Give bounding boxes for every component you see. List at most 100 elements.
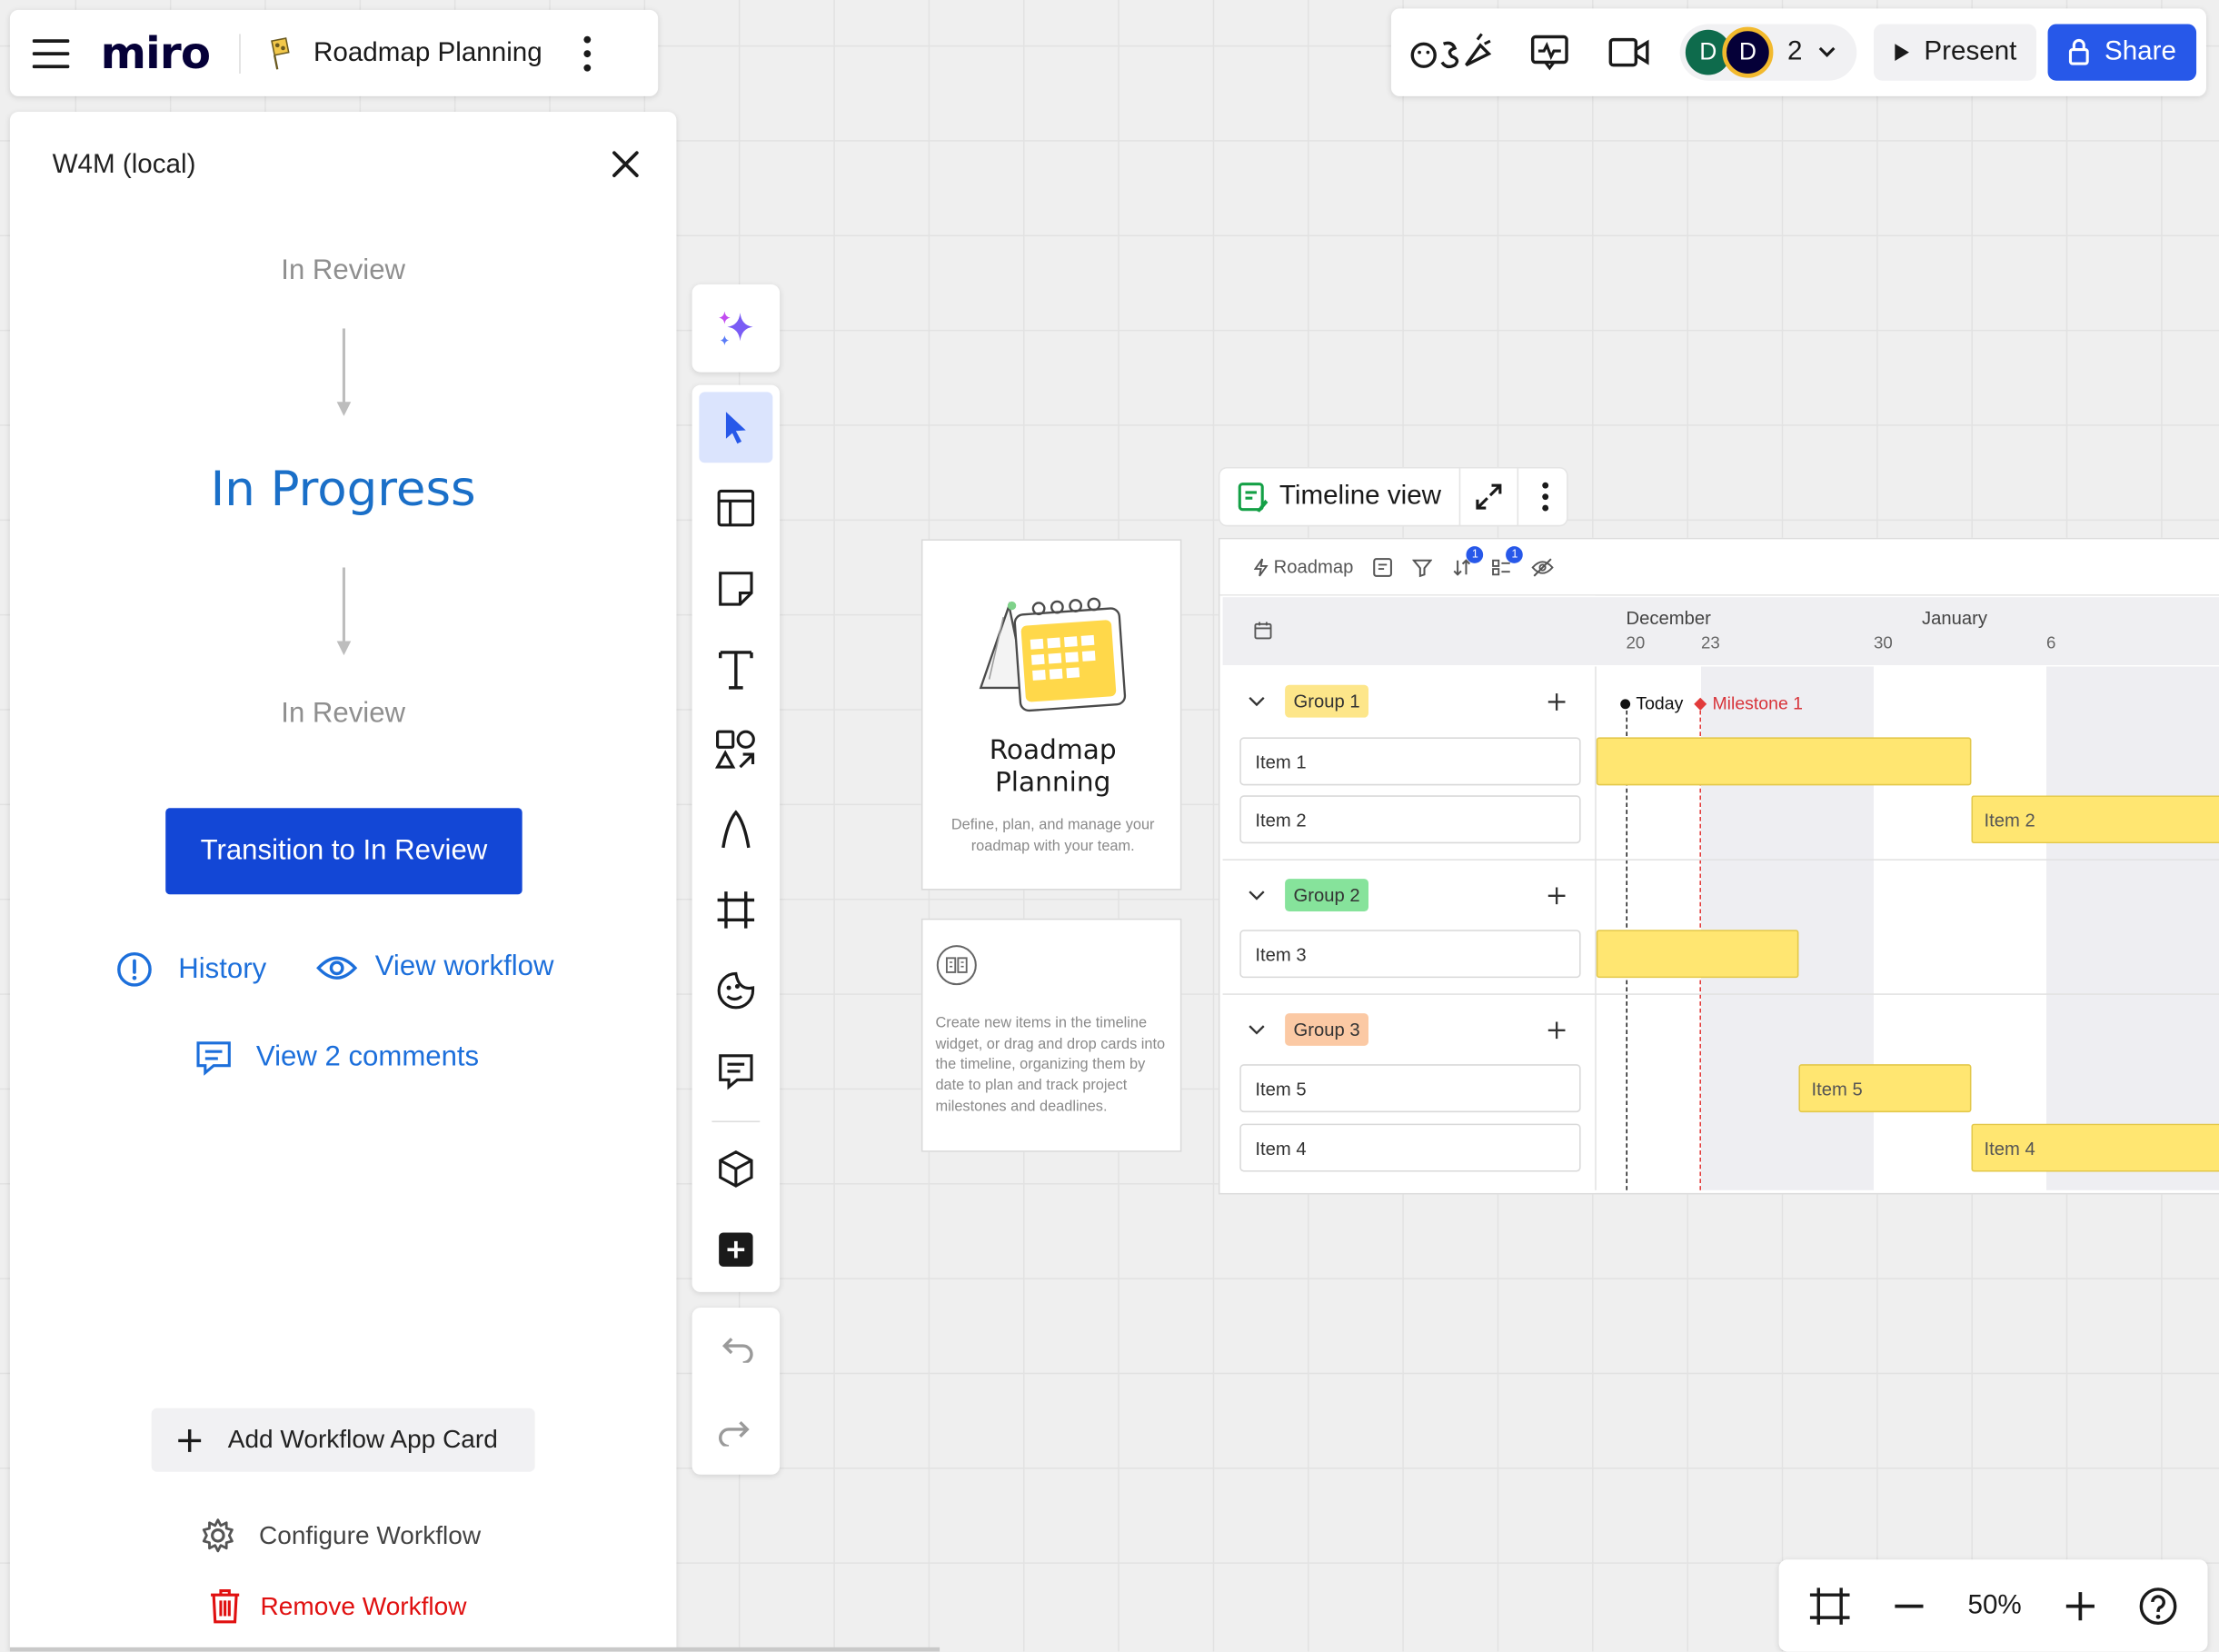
week-shade (2046, 666, 2219, 1190)
view-comments-link[interactable]: View 2 comments (194, 1039, 479, 1076)
month-label: January (1921, 607, 1987, 629)
chevron-down-icon[interactable] (1249, 890, 1266, 901)
3d-cube-icon[interactable] (699, 1134, 772, 1205)
present-button[interactable]: Present (1873, 24, 2037, 81)
arrow-down-icon (333, 567, 355, 659)
help-icon[interactable] (2138, 1586, 2178, 1626)
stickers-icon[interactable] (699, 956, 772, 1027)
more-apps-icon[interactable] (699, 1214, 772, 1285)
roadmap-filter[interactable]: Roadmap (1253, 556, 1353, 577)
fit-frame-icon[interactable] (1809, 1586, 1852, 1626)
select-tool-icon[interactable] (699, 392, 773, 463)
group-tag[interactable]: Group 3 (1285, 1013, 1368, 1046)
board-more-icon[interactable] (582, 35, 592, 71)
lock-icon (2067, 38, 2090, 66)
sort-icon[interactable]: 1 (1452, 545, 1484, 577)
add-item-icon[interactable] (1547, 1020, 1567, 1040)
group-row[interactable]: Group 2 (1249, 879, 1368, 911)
add-item-icon[interactable] (1547, 886, 1567, 906)
milestone-marker[interactable]: Milestone 1 (1694, 693, 1803, 713)
filter-icon[interactable] (1412, 557, 1433, 577)
board-emoji-icon[interactable] (263, 35, 294, 71)
board-name[interactable]: Roadmap Planning (313, 37, 542, 68)
timeline-view-icon (1237, 482, 1269, 513)
timeline-bar-item-4[interactable]: Item 4 (1971, 1123, 2219, 1172)
current-state: In Progress (210, 461, 476, 519)
timeline-item[interactable]: Item 3 (1239, 930, 1581, 979)
remove-workflow-link[interactable]: Remove Workflow (209, 1587, 467, 1624)
activity-icon[interactable] (1510, 33, 1589, 73)
timeline-bar-item-5[interactable]: Item 5 (1798, 1064, 1972, 1113)
gear-icon (200, 1518, 236, 1554)
roadmap-info-text: Create new items in the timeline widget,… (935, 1014, 1166, 1115)
day-label: 23 (1700, 632, 1720, 652)
group-row[interactable]: Group 3 (1249, 1013, 1368, 1046)
sticky-note-icon[interactable] (699, 553, 772, 624)
chevron-down-icon[interactable] (1249, 1024, 1266, 1035)
main-menu-icon[interactable] (32, 37, 70, 68)
timeline-item[interactable]: Item 1 (1239, 737, 1581, 786)
chevron-down-icon[interactable] (1816, 45, 1836, 60)
roadmap-card-title: Roadmap Planning (989, 734, 1117, 799)
timeline-item[interactable]: Item 2 (1239, 795, 1581, 844)
day-label: 6 (2046, 632, 2056, 652)
view-workflow-link[interactable]: View workflow (315, 951, 553, 984)
timeline-view-label[interactable]: Timeline view (1279, 482, 1441, 513)
shapes-icon[interactable] (699, 714, 772, 785)
timeline-bar-item-1[interactable] (1596, 737, 1972, 786)
configure-workflow-link[interactable]: Configure Workflow (200, 1518, 482, 1554)
ai-toolbar (692, 284, 781, 373)
redo-icon[interactable] (699, 1398, 772, 1468)
avatar[interactable]: D (1722, 26, 1774, 78)
history-link[interactable]: History (116, 951, 266, 988)
zoom-out-icon[interactable] (1894, 1603, 1925, 1608)
timeline-widget[interactable]: Roadmap 1 1 December January 20 23 30 6 (1218, 537, 2219, 1195)
frame-tool-icon[interactable] (699, 875, 772, 946)
timeline-more-icon[interactable] (1542, 482, 1550, 513)
group-by-icon[interactable]: 1 (1492, 545, 1524, 577)
group-row[interactable]: Group 1 (1249, 684, 1368, 718)
add-workflow-card-button[interactable]: Add Workflow App Card (151, 1408, 535, 1472)
calendar-icon (1254, 622, 1272, 640)
info-icon (116, 951, 153, 988)
add-card-label: Add Workflow App Card (227, 1425, 498, 1454)
group-tag[interactable]: Group 2 (1285, 879, 1368, 911)
comment-tool-icon[interactable] (699, 1036, 772, 1107)
pen-tool-icon[interactable] (699, 795, 772, 866)
ai-sparkle-icon[interactable] (699, 293, 772, 363)
undo-icon[interactable] (699, 1314, 772, 1385)
trash-icon (209, 1587, 240, 1624)
expand-icon[interactable] (1474, 482, 1505, 513)
collaboration-bar: D D 2 Present Share (1390, 8, 2206, 96)
text-tool-icon[interactable] (699, 633, 772, 704)
book-icon (935, 944, 978, 987)
timeline-item[interactable]: Item 5 (1239, 1064, 1581, 1113)
add-item-icon[interactable] (1547, 692, 1567, 712)
eye-icon (315, 951, 358, 982)
timeline-bar-item-2[interactable]: Item 2 (1971, 795, 2219, 844)
group-tag[interactable]: Group 1 (1285, 684, 1368, 718)
video-call-icon[interactable] (1589, 35, 1668, 69)
transition-button[interactable]: Transition to In Review (165, 808, 522, 895)
calendar-illustration-icon (975, 597, 1130, 713)
close-icon[interactable] (610, 149, 641, 180)
timeline-bar-item-3[interactable] (1596, 930, 1799, 979)
roadmap-info-card[interactable]: Create new items in the timeline widget,… (920, 918, 1182, 1152)
zoom-controls: 50% (1778, 1559, 2208, 1652)
share-button[interactable]: Share (2047, 24, 2196, 81)
templates-icon[interactable] (699, 473, 772, 543)
group-badge: 1 (1506, 545, 1524, 563)
miro-logo[interactable]: miro (101, 27, 211, 78)
history-label: History (178, 952, 267, 985)
zoom-level[interactable]: 50% (1968, 1590, 2022, 1621)
roadmap-title-card[interactable]: Roadmap Planning Define, plan, and manag… (920, 539, 1182, 891)
collaborators-group[interactable]: D D 2 (1679, 24, 1856, 81)
timeline-item[interactable]: Item 4 (1239, 1123, 1581, 1172)
horizontal-scrollbar[interactable] (9, 1647, 940, 1652)
card-fields-icon[interactable] (1373, 557, 1393, 577)
reactions-icon[interactable] (1408, 31, 1493, 74)
hide-icon[interactable] (1532, 557, 1555, 577)
chevron-down-icon[interactable] (1249, 695, 1266, 706)
zoom-in-icon[interactable] (2065, 1590, 2095, 1621)
today-marker: Today (1620, 693, 1683, 713)
